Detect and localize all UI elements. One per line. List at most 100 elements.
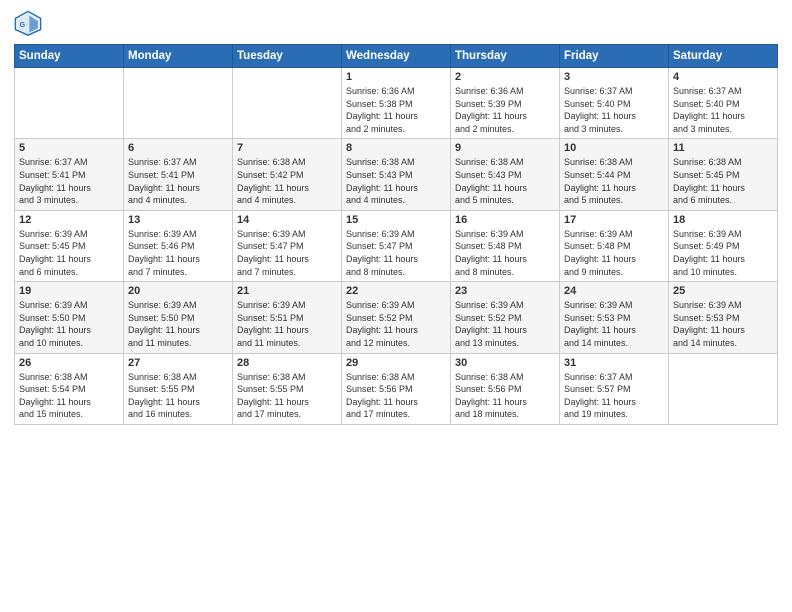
day-number: 16 [455, 214, 555, 226]
logo: G [14, 10, 46, 38]
calendar-cell: 22 Sunrise: 6:39 AM Sunset: 5:52 PM Dayli… [342, 282, 451, 353]
day-info: Sunrise: 6:37 AM Sunset: 5:40 PM Dayligh… [564, 85, 664, 135]
day-number: 10 [564, 142, 664, 154]
calendar-cell: 5 Sunrise: 6:37 AM Sunset: 5:41 PM Daylig… [15, 139, 124, 210]
day-info: Sunrise: 6:38 AM Sunset: 5:45 PM Dayligh… [673, 156, 773, 206]
day-number: 19 [19, 285, 119, 297]
calendar-cell: 3 Sunrise: 6:37 AM Sunset: 5:40 PM Daylig… [560, 68, 669, 139]
day-info: Sunrise: 6:38 AM Sunset: 5:56 PM Dayligh… [455, 371, 555, 421]
day-info: Sunrise: 6:39 AM Sunset: 5:50 PM Dayligh… [128, 299, 228, 349]
day-info: Sunrise: 6:39 AM Sunset: 5:48 PM Dayligh… [564, 228, 664, 278]
day-number: 21 [237, 285, 337, 297]
day-number: 18 [673, 214, 773, 226]
day-number: 6 [128, 142, 228, 154]
day-info: Sunrise: 6:38 AM Sunset: 5:55 PM Dayligh… [237, 371, 337, 421]
calendar-cell: 8 Sunrise: 6:38 AM Sunset: 5:43 PM Daylig… [342, 139, 451, 210]
day-number: 20 [128, 285, 228, 297]
day-number: 9 [455, 142, 555, 154]
day-number: 28 [237, 357, 337, 369]
day-info: Sunrise: 6:36 AM Sunset: 5:39 PM Dayligh… [455, 85, 555, 135]
day-number: 29 [346, 357, 446, 369]
weekday-header-row: SundayMondayTuesdayWednesdayThursdayFrid… [15, 45, 778, 68]
day-info: Sunrise: 6:37 AM Sunset: 5:40 PM Dayligh… [673, 85, 773, 135]
calendar-cell: 13 Sunrise: 6:39 AM Sunset: 5:46 PM Dayli… [124, 210, 233, 281]
calendar-cell: 23Sunrise: 6:39 AM Sunset: 5:52 PM Dayli… [451, 282, 560, 353]
day-info: Sunrise: 6:36 AM Sunset: 5:38 PM Dayligh… [346, 85, 446, 135]
day-info: Sunrise: 6:39 AM Sunset: 5:52 PM Dayligh… [346, 299, 446, 349]
day-number: 1 [346, 71, 446, 83]
day-info: Sunrise: 6:37 AM Sunset: 5:41 PM Dayligh… [128, 156, 228, 206]
day-info: Sunrise: 6:39 AM Sunset: 5:52 PM Dayligh… [455, 299, 555, 349]
day-number: 27 [128, 357, 228, 369]
calendar-cell: 10 Sunrise: 6:38 AM Sunset: 5:44 PM Dayli… [560, 139, 669, 210]
calendar-cell: 6 Sunrise: 6:37 AM Sunset: 5:41 PM Daylig… [124, 139, 233, 210]
page: G SundayMondayTuesdayWednesdayThursdayFr… [0, 0, 792, 612]
day-number: 22 [346, 285, 446, 297]
day-info: Sunrise: 6:38 AM Sunset: 5:44 PM Dayligh… [564, 156, 664, 206]
day-number: 12 [19, 214, 119, 226]
day-info: Sunrise: 6:39 AM Sunset: 5:45 PM Dayligh… [19, 228, 119, 278]
weekday-header-wednesday: Wednesday [342, 45, 451, 68]
weekday-header-friday: Friday [560, 45, 669, 68]
day-info: Sunrise: 6:39 AM Sunset: 5:53 PM Dayligh… [673, 299, 773, 349]
day-info: Sunrise: 6:38 AM Sunset: 5:54 PM Dayligh… [19, 371, 119, 421]
calendar-cell: 15 Sunrise: 6:39 AM Sunset: 5:47 PM Dayli… [342, 210, 451, 281]
calendar-cell: 9Sunrise: 6:38 AM Sunset: 5:43 PM Daylig… [451, 139, 560, 210]
day-info: Sunrise: 6:38 AM Sunset: 5:56 PM Dayligh… [346, 371, 446, 421]
calendar-cell: 24Sunrise: 6:39 AM Sunset: 5:53 PM Dayli… [560, 282, 669, 353]
day-info: Sunrise: 6:37 AM Sunset: 5:57 PM Dayligh… [564, 371, 664, 421]
logo-icon: G [14, 10, 42, 38]
calendar-cell: 18 Sunrise: 6:39 AM Sunset: 5:49 PM Dayli… [669, 210, 778, 281]
day-number: 30 [455, 357, 555, 369]
day-info: Sunrise: 6:37 AM Sunset: 5:41 PM Dayligh… [19, 156, 119, 206]
day-info: Sunrise: 6:38 AM Sunset: 5:43 PM Dayligh… [346, 156, 446, 206]
day-info: Sunrise: 6:39 AM Sunset: 5:51 PM Dayligh… [237, 299, 337, 349]
calendar-cell: 11 Sunrise: 6:38 AM Sunset: 5:45 PM Dayli… [669, 139, 778, 210]
week-row-5: 26Sunrise: 6:38 AM Sunset: 5:54 PM Dayli… [15, 353, 778, 424]
weekday-header-saturday: Saturday [669, 45, 778, 68]
day-info: Sunrise: 6:39 AM Sunset: 5:47 PM Dayligh… [346, 228, 446, 278]
day-number: 11 [673, 142, 773, 154]
day-number: 8 [346, 142, 446, 154]
week-row-1: 1 Sunrise: 6:36 AM Sunset: 5:38 PM Daylig… [15, 68, 778, 139]
day-info: Sunrise: 6:39 AM Sunset: 5:50 PM Dayligh… [19, 299, 119, 349]
day-info: Sunrise: 6:38 AM Sunset: 5:42 PM Dayligh… [237, 156, 337, 206]
calendar-cell: 20 Sunrise: 6:39 AM Sunset: 5:50 PM Dayli… [124, 282, 233, 353]
calendar-cell [124, 68, 233, 139]
day-info: Sunrise: 6:39 AM Sunset: 5:49 PM Dayligh… [673, 228, 773, 278]
calendar-cell: 30 Sunrise: 6:38 AM Sunset: 5:56 PM Dayli… [451, 353, 560, 424]
weekday-header-tuesday: Tuesday [233, 45, 342, 68]
day-info: Sunrise: 6:39 AM Sunset: 5:48 PM Dayligh… [455, 228, 555, 278]
calendar-cell: 31Sunrise: 6:37 AM Sunset: 5:57 PM Dayli… [560, 353, 669, 424]
day-number: 15 [346, 214, 446, 226]
week-row-2: 5 Sunrise: 6:37 AM Sunset: 5:41 PM Daylig… [15, 139, 778, 210]
calendar-cell [233, 68, 342, 139]
week-row-3: 12 Sunrise: 6:39 AM Sunset: 5:45 PM Dayli… [15, 210, 778, 281]
calendar-cell: 19 Sunrise: 6:39 AM Sunset: 5:50 PM Dayli… [15, 282, 124, 353]
calendar-cell: 12 Sunrise: 6:39 AM Sunset: 5:45 PM Dayli… [15, 210, 124, 281]
calendar-cell: 26Sunrise: 6:38 AM Sunset: 5:54 PM Dayli… [15, 353, 124, 424]
day-info: Sunrise: 6:39 AM Sunset: 5:46 PM Dayligh… [128, 228, 228, 278]
calendar-cell: 1 Sunrise: 6:36 AM Sunset: 5:38 PM Daylig… [342, 68, 451, 139]
day-info: Sunrise: 6:38 AM Sunset: 5:55 PM Dayligh… [128, 371, 228, 421]
day-info: Sunrise: 6:39 AM Sunset: 5:47 PM Dayligh… [237, 228, 337, 278]
day-number: 17 [564, 214, 664, 226]
calendar-cell: 17 Sunrise: 6:39 AM Sunset: 5:48 PM Dayli… [560, 210, 669, 281]
calendar-cell: 4 Sunrise: 6:37 AM Sunset: 5:40 PM Daylig… [669, 68, 778, 139]
calendar-cell: 21 Sunrise: 6:39 AM Sunset: 5:51 PM Dayli… [233, 282, 342, 353]
calendar-cell: 27 Sunrise: 6:38 AM Sunset: 5:55 PM Dayli… [124, 353, 233, 424]
day-number: 7 [237, 142, 337, 154]
week-row-4: 19 Sunrise: 6:39 AM Sunset: 5:50 PM Dayli… [15, 282, 778, 353]
calendar-cell: 25Sunrise: 6:39 AM Sunset: 5:53 PM Dayli… [669, 282, 778, 353]
weekday-header-sunday: Sunday [15, 45, 124, 68]
day-number: 4 [673, 71, 773, 83]
calendar-cell: 16 Sunrise: 6:39 AM Sunset: 5:48 PM Dayli… [451, 210, 560, 281]
calendar-body: 1 Sunrise: 6:36 AM Sunset: 5:38 PM Daylig… [15, 68, 778, 425]
day-number: 13 [128, 214, 228, 226]
day-number: 3 [564, 71, 664, 83]
day-number: 5 [19, 142, 119, 154]
calendar-table: SundayMondayTuesdayWednesdayThursdayFrid… [14, 44, 778, 425]
calendar-cell [15, 68, 124, 139]
weekday-header-thursday: Thursday [451, 45, 560, 68]
day-number: 24 [564, 285, 664, 297]
